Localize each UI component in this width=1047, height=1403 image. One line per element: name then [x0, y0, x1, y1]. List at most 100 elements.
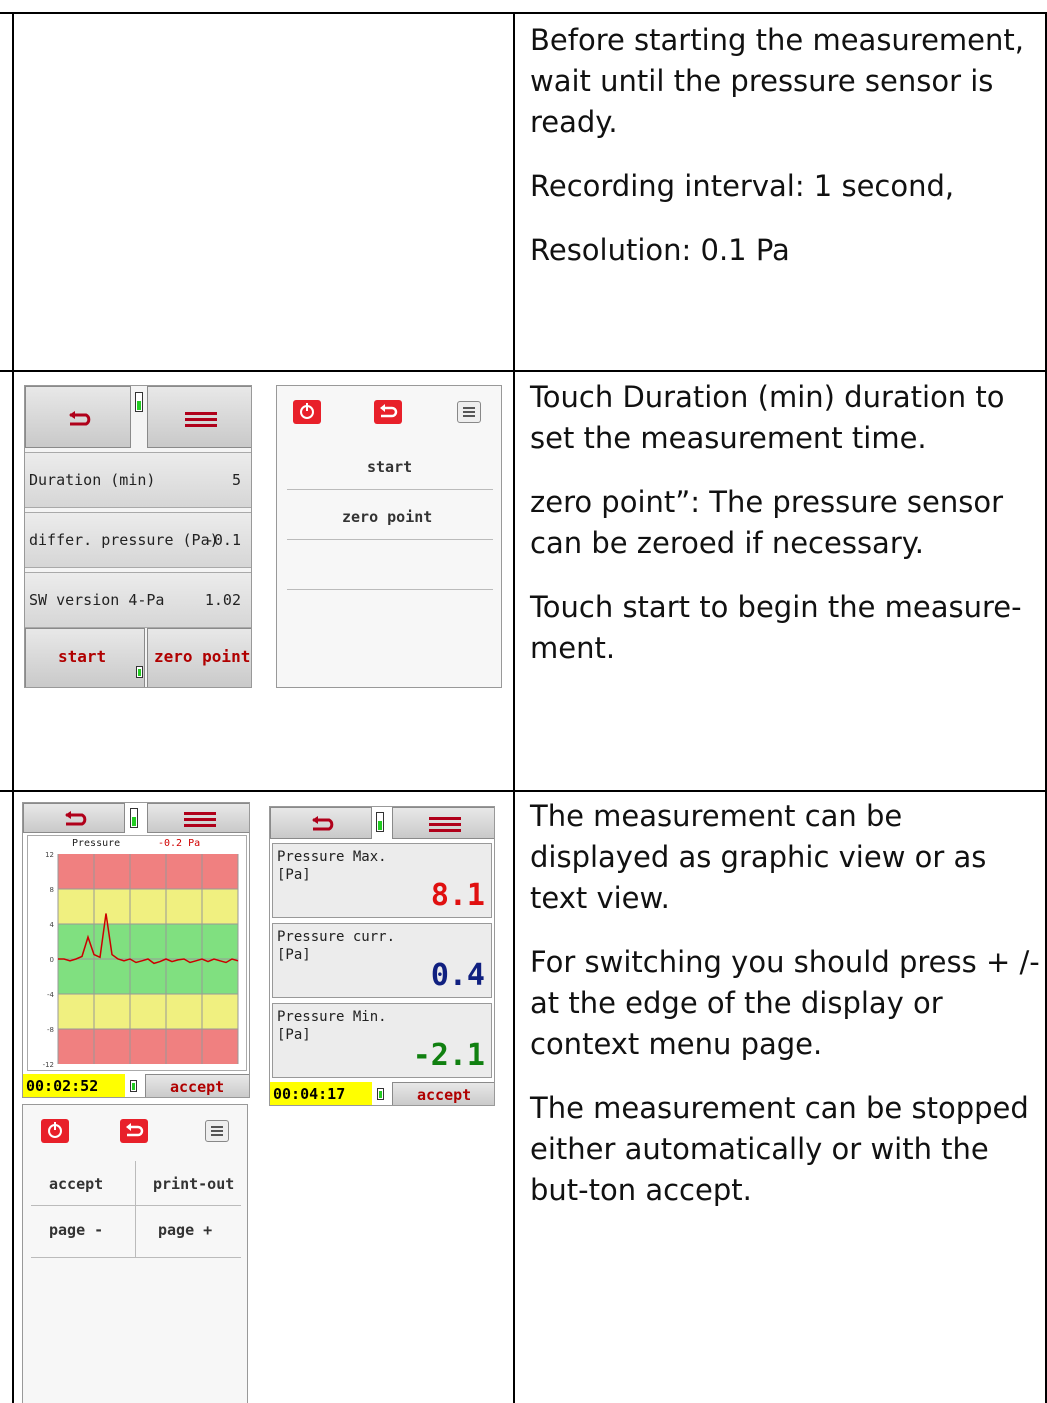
start-label: start: [58, 647, 107, 666]
power-icon: [300, 403, 314, 419]
table-border-top: [0, 12, 1047, 14]
menu-item-page-minus[interactable]: page -: [49, 1221, 103, 1239]
row-divider: [0, 370, 1047, 372]
value-label: Pressure Max. [Pa]: [277, 849, 387, 883]
row2-text: Touch Duration (min) duration to set the…: [530, 377, 1045, 692]
y-tick-label: 8: [50, 886, 54, 894]
row-divider: [0, 790, 1047, 792]
divider: [287, 589, 493, 590]
setting-label: SW version 4-Pa: [29, 591, 165, 609]
menu-button[interactable]: [392, 807, 494, 839]
back-arrow-icon: [69, 411, 91, 426]
start-button[interactable]: start: [25, 628, 145, 687]
text-view-screen: Pressure Max. [Pa] 8.1 Pressure curr. [P…: [269, 806, 495, 1106]
menu-item-accept[interactable]: accept: [49, 1175, 103, 1193]
chart-band: [58, 889, 238, 924]
context-menu-screen: accept print-out page - page +: [22, 1104, 248, 1403]
menu-item-start[interactable]: start: [367, 458, 412, 476]
zero-point-label: zero point: [154, 647, 251, 666]
battery-icon: [130, 808, 138, 828]
menu-item-zero-point[interactable]: zero point: [342, 508, 432, 526]
context-menu-screen: start zero point: [276, 385, 502, 688]
elapsed-time: 00:04:17: [270, 1082, 372, 1105]
divider: [135, 1161, 136, 1257]
settings-screen: Duration (min) 5 differ. pressure (Pa) -…: [24, 385, 252, 688]
y-tick-label: 4: [50, 921, 55, 929]
menu-icon: [184, 812, 216, 827]
back-arrow-icon: [380, 404, 398, 418]
chart-band: [58, 854, 238, 889]
zero-point-button[interactable]: zero point: [147, 628, 251, 687]
paragraph: Recording interval: 1 second,: [530, 169, 955, 203]
menu-icon: [429, 817, 461, 832]
power-icon: [48, 1122, 62, 1138]
value-label: Pressure curr. [Pa]: [277, 929, 396, 963]
table-border-left: [12, 12, 14, 1403]
accept-label: accept: [170, 1078, 225, 1096]
menu-item-page-plus[interactable]: page +: [158, 1221, 212, 1239]
power-button[interactable]: [293, 400, 321, 424]
back-button[interactable]: [23, 803, 125, 833]
row1-text: Before starting the measurement, wait un…: [530, 20, 1045, 294]
pressure-chart: 12 8 4 0 -4 -8 -12: [43, 851, 239, 1069]
accept-button[interactable]: accept: [392, 1082, 494, 1105]
setting-differential-pressure[interactable]: differ. pressure (Pa) -0.1: [25, 512, 251, 568]
setting-label: Duration (min): [29, 471, 156, 489]
menu-item-print-out[interactable]: print-out: [153, 1175, 234, 1193]
chart-area: Pressure -0.2 Pa 12 8 4 0 -4 -8 -12: [27, 835, 247, 1071]
y-tick-label: -4: [47, 991, 55, 999]
y-tick-label: -12: [43, 1061, 54, 1069]
back-button[interactable]: [120, 1119, 148, 1143]
setting-value: 1.02: [204, 591, 241, 609]
pressure-max-box: Pressure Max. [Pa] 8.1: [272, 843, 492, 918]
graphic-view-screen: Pressure -0.2 Pa 12 8 4 0 -4 -8 -12 00:02:52 a…: [22, 802, 250, 1098]
pressure-current-box: Pressure curr. [Pa] 0.4: [272, 923, 492, 998]
battery-icon: [376, 812, 384, 832]
menu-icon: [211, 1126, 223, 1136]
battery-icon: [377, 1088, 384, 1100]
divider: [287, 489, 493, 490]
value-label: Pressure Min. [Pa]: [277, 1009, 387, 1043]
accept-button[interactable]: accept: [145, 1074, 249, 1097]
column-divider: [513, 12, 515, 1403]
row3-text: The measurement can be displayed as grap…: [530, 796, 1045, 1234]
paragraph: The measurement can be stopped either au…: [530, 1091, 1029, 1207]
menu-button[interactable]: [147, 386, 251, 448]
back-arrow-icon: [312, 816, 334, 831]
paragraph: Before starting the measurement, wait un…: [530, 23, 1024, 139]
back-button[interactable]: [25, 386, 131, 448]
menu-button[interactable]: [457, 401, 481, 423]
setting-label: differ. pressure (Pa): [29, 531, 219, 549]
document-table: Before starting the measurement, wait un…: [0, 0, 1047, 1403]
battery-icon: [135, 392, 143, 412]
paragraph: The measurement can be displayed as grap…: [530, 799, 987, 915]
menu-icon: [463, 407, 475, 417]
battery-icon: [130, 1080, 137, 1092]
setting-sw-version[interactable]: SW version 4-Pa 1.02: [25, 572, 251, 628]
chart-band: [58, 994, 238, 1029]
menu-button[interactable]: [205, 1120, 229, 1142]
chart-band: [58, 1029, 238, 1064]
paragraph: zero point”: The pressure sensor can be …: [530, 485, 1004, 560]
back-button[interactable]: [270, 807, 372, 839]
setting-duration[interactable]: Duration (min) 5: [25, 452, 251, 508]
menu-button[interactable]: [147, 803, 249, 833]
value-number: 0.4: [430, 958, 485, 993]
paragraph: Resolution: 0.1 Pa: [530, 233, 790, 267]
power-button[interactable]: [41, 1119, 69, 1143]
value-number: -2.1: [412, 1038, 485, 1073]
back-arrow-icon: [126, 1123, 144, 1137]
y-tick-label: 12: [45, 851, 54, 859]
accept-label: accept: [417, 1086, 472, 1104]
pressure-min-box: Pressure Min. [Pa] -2.1: [272, 1003, 492, 1078]
divider: [31, 1257, 241, 1258]
battery-icon: [136, 666, 143, 678]
paragraph: Touch Duration (min) duration to set the…: [530, 380, 1005, 455]
setting-value: 5: [231, 471, 241, 489]
back-button[interactable]: [374, 400, 402, 424]
menu-icon: [185, 412, 217, 427]
value-number: 8.1: [430, 878, 485, 913]
setting-value: -0.1: [204, 531, 241, 549]
divider: [31, 1205, 241, 1206]
y-tick-label: -8: [47, 1026, 54, 1034]
